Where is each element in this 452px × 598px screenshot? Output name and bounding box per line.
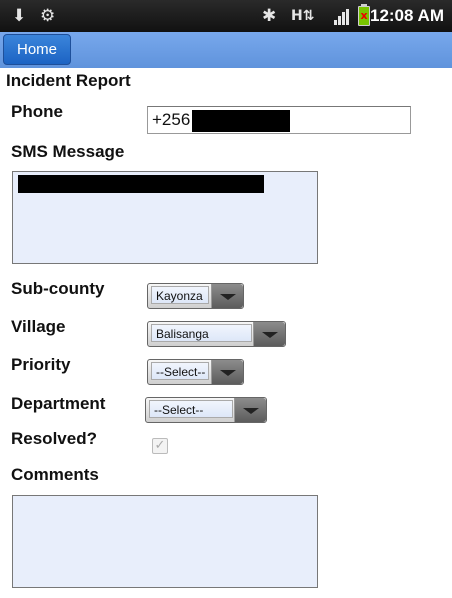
signal-icon <box>334 9 352 25</box>
hsdpa-data-icon: H⇅ <box>291 8 315 24</box>
status-bar: ⬇ ⚙ ✱ H⇅ x 12:08 AM <box>0 0 452 32</box>
bluetooth-icon: ✱ <box>262 6 277 26</box>
village-select[interactable]: Balisanga <box>147 321 286 347</box>
resolved-checkbox[interactable]: ✓ <box>152 438 168 454</box>
top-bar: Home <box>0 32 452 68</box>
department-select[interactable]: --Select-- <box>145 397 267 423</box>
chevron-down-icon[interactable] <box>253 322 285 346</box>
village-label: Village <box>11 317 66 336</box>
page-title: Incident Report <box>6 71 131 90</box>
comments-textarea[interactable] <box>12 495 318 588</box>
village-value: Balisanga <box>151 324 252 342</box>
battery-icon: x <box>358 4 370 26</box>
resolved-label: Resolved? <box>11 429 97 448</box>
usb-icon: ⬇ <box>12 6 27 26</box>
redaction-bar <box>18 175 264 193</box>
department-value: --Select-- <box>149 400 233 418</box>
priority-label: Priority <box>11 355 71 374</box>
data-type-label: H <box>291 8 303 24</box>
subcounty-select[interactable]: Kayonza <box>147 283 244 309</box>
subcounty-value: Kayonza <box>151 286 209 304</box>
chevron-down-icon[interactable] <box>211 360 243 384</box>
check-icon: ✓ <box>154 438 166 453</box>
comments-label: Comments <box>11 465 99 484</box>
android-debug-icon: ⚙ <box>40 6 56 26</box>
home-button[interactable]: Home <box>3 34 71 65</box>
chevron-down-icon[interactable] <box>211 284 243 308</box>
clock: 12:08 AM <box>369 6 444 25</box>
phone-value: +256 <box>152 110 191 129</box>
subcounty-label: Sub-county <box>11 279 105 298</box>
phone-input[interactable]: +256 <box>147 106 411 134</box>
chevron-down-icon[interactable] <box>234 398 266 422</box>
department-label: Department <box>11 394 106 413</box>
sms-message-label: SMS Message <box>11 142 125 161</box>
sms-message-textarea[interactable] <box>12 171 318 264</box>
priority-select[interactable]: --Select-- <box>147 359 244 385</box>
priority-value: --Select-- <box>151 362 209 380</box>
phone-label: Phone <box>11 102 63 121</box>
redaction-bar <box>192 110 290 132</box>
